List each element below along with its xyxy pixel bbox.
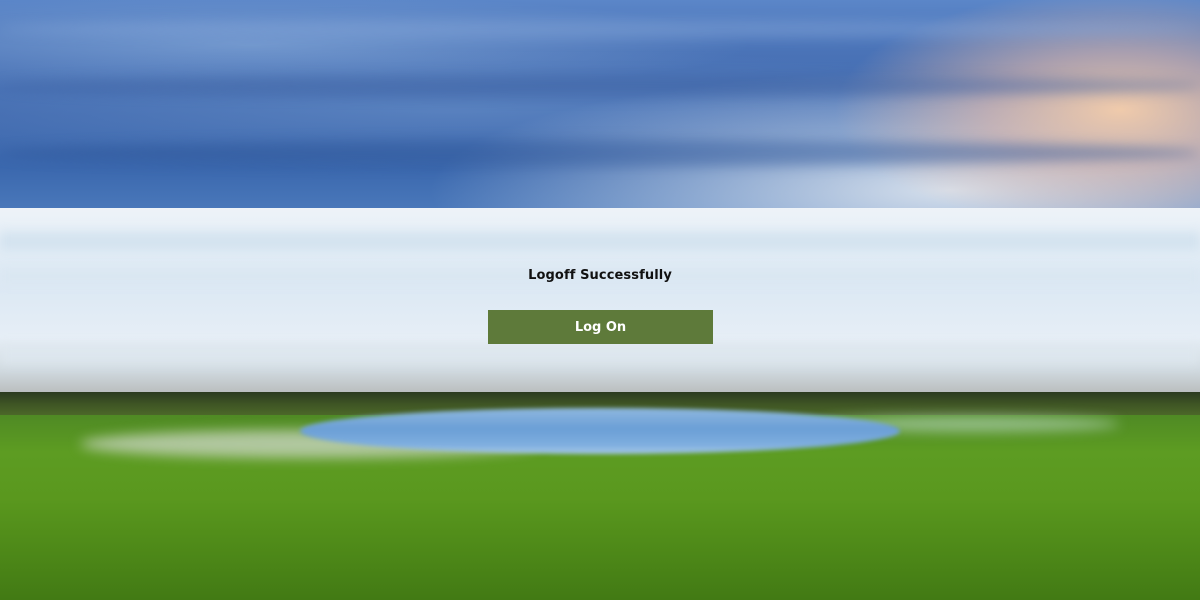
pond <box>300 408 900 454</box>
logoff-panel: Logoff Successfully Log On <box>0 208 1200 394</box>
logoff-message: Logoff Successfully <box>528 268 672 283</box>
sky-cloud-streak <box>0 140 1200 166</box>
sky-cloud-streak <box>0 20 1200 38</box>
log-on-button[interactable]: Log On <box>488 310 713 344</box>
sky-cloud-streak <box>0 75 1200 97</box>
logoff-page: Logoff Successfully Log On <box>0 0 1200 600</box>
